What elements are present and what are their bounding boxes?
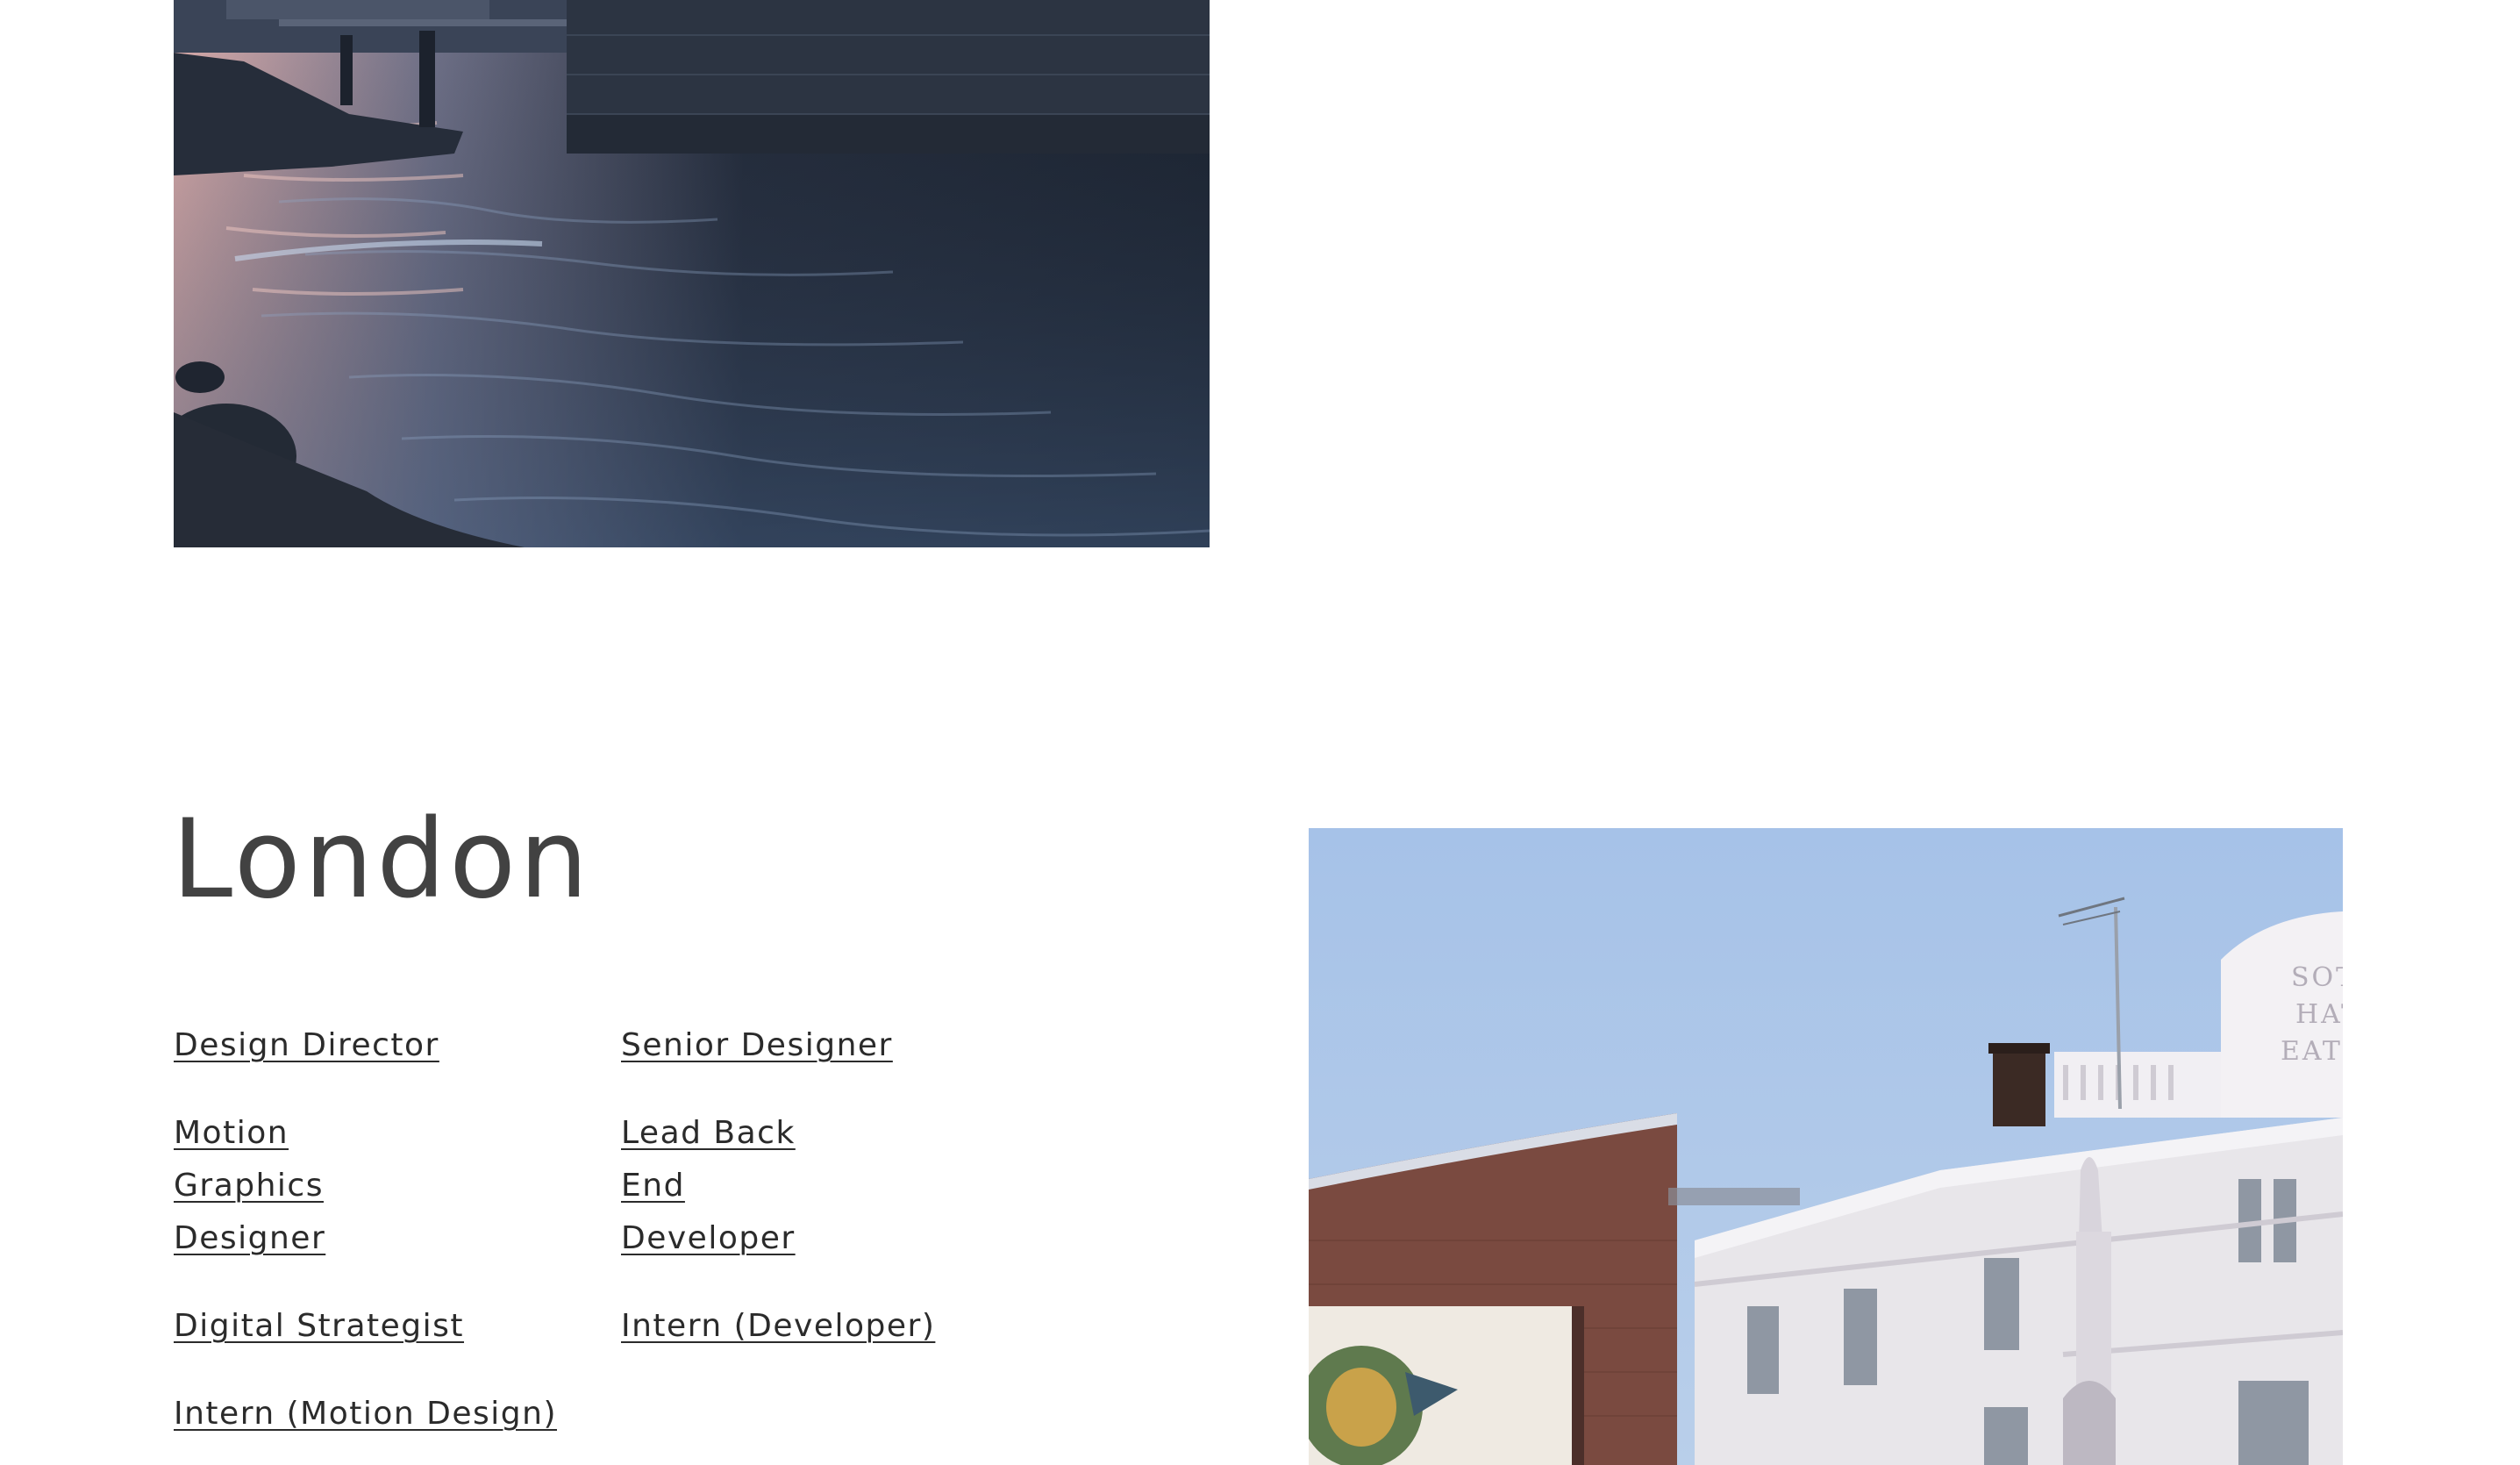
job-link-design-director[interactable]: Design Director [174,1027,439,1063]
job-link-digital-strategist[interactable]: Digital Strategist [174,1308,464,1344]
city-title-london: London [172,797,592,923]
theatre-sign-line-1: SOTH [2291,962,2343,993]
job-list-column-left: Design Director Motion Graphics Designer… [174,1019,577,1465]
job-link-intern-motion-design[interactable]: Intern (Motion Design) [174,1396,557,1432]
theatre-sign-line-2: HAT [2295,999,2343,1030]
job-list-item: Lead Back End Developer [621,1107,849,1265]
job-link-intern-developer[interactable]: Intern (Developer) [621,1308,935,1344]
river-photo [174,0,1210,547]
london-street-photo: SOTH HAT EATR [1309,828,2343,1465]
london-street-photo-graphic: SOTH HAT EATR [1309,828,2343,1465]
river-photo-graphic [174,0,1210,547]
theatre-sign-line-3: EATR [2281,1036,2343,1067]
job-list-item: Design Director [174,1019,577,1072]
job-link-lead-back-end-developer[interactable]: Lead Back End Developer [621,1115,796,1256]
job-list-item: Intern (Developer) [621,1300,937,1353]
job-list-item: Intern (Motion Design) [174,1388,577,1440]
job-list-column-right: Senior Designer Lead Back End Developer … [621,1019,937,1388]
job-link-senior-designer[interactable]: Senior Designer [621,1027,893,1063]
london-job-listings: Design Director Motion Graphics Designer… [174,1019,963,1432]
job-list-item: Motion Graphics Designer [174,1107,437,1265]
careers-page: London Design Director Motion Graphics D… [0,0,2520,1465]
job-list-item: Senior Designer [621,1019,937,1072]
job-list-item: Digital Strategist [174,1300,577,1353]
job-link-motion-graphics-designer[interactable]: Motion Graphics Designer [174,1115,325,1256]
